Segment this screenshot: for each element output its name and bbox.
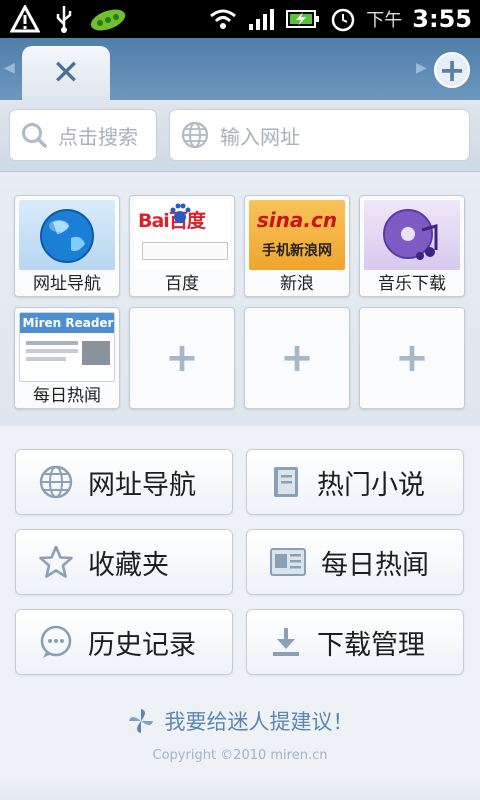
warning-icon bbox=[10, 5, 40, 33]
favorites-button[interactable]: 收藏夹 bbox=[15, 529, 233, 595]
sina-logo: sina.cn 手机新浪网 bbox=[249, 200, 345, 270]
tile-label: 新浪 bbox=[280, 274, 314, 294]
button-label: 热门小说 bbox=[317, 469, 425, 501]
url-input[interactable]: 输入网址 bbox=[169, 109, 470, 161]
copyright-text: Copyright ©2010 miren.cn bbox=[152, 748, 328, 763]
button-label: 每日热闻 bbox=[321, 549, 429, 581]
clock-ampm: 下午 bbox=[366, 10, 403, 31]
usb-icon bbox=[56, 6, 72, 33]
close-tab-icon[interactable]: ✕ bbox=[52, 56, 81, 90]
history-chat-icon bbox=[40, 625, 72, 658]
peapod-app-icon bbox=[90, 9, 126, 31]
url-placeholder: 输入网址 bbox=[220, 124, 300, 149]
feedback-text: 我要给迷人提建议！ bbox=[164, 710, 354, 734]
bottom-divider bbox=[0, 780, 480, 800]
button-label: 下载管理 bbox=[317, 629, 425, 661]
daily-news-button[interactable]: 每日热闻 bbox=[246, 529, 464, 595]
speed-dial-tile-sina[interactable]: sina.cn 手机新浪网 新浪 bbox=[244, 195, 350, 297]
speed-dial-tile-music[interactable]: 音乐下载 bbox=[359, 195, 465, 297]
tab-scroll-right-icon[interactable]: ▶ bbox=[416, 60, 427, 76]
novels-button[interactable]: 热门小说 bbox=[246, 449, 464, 515]
status-bar: 下午 3:55 bbox=[0, 0, 480, 38]
miren-reader-title: Miren Reader bbox=[20, 313, 114, 333]
miren-reader-thumb: Miren Reader bbox=[19, 312, 115, 382]
music-cd-icon bbox=[364, 200, 460, 270]
download-icon bbox=[273, 628, 299, 656]
plus-icon: + bbox=[280, 335, 314, 381]
sina-logo-text: sina.cn bbox=[256, 208, 338, 232]
globe-icon bbox=[39, 465, 73, 499]
button-label: 收藏夹 bbox=[88, 549, 169, 581]
speed-dial-empty-tile[interactable]: + bbox=[359, 307, 465, 409]
nav-button[interactable]: 网址导航 bbox=[15, 449, 233, 515]
tile-label: 百度 bbox=[165, 274, 199, 294]
button-label: 历史记录 bbox=[88, 629, 196, 661]
speed-dial-tile-news[interactable]: Miren Reader 每日热闻 bbox=[14, 307, 120, 409]
search-icon bbox=[22, 123, 47, 148]
book-icon bbox=[274, 467, 298, 497]
pinwheel-icon bbox=[128, 709, 153, 733]
new-tab-button[interactable]: + bbox=[434, 52, 470, 88]
search-placeholder: 点击搜索 bbox=[58, 124, 138, 149]
tab-bar: ◀ ✕ ▶ + bbox=[0, 38, 480, 100]
sina-logo-subtitle: 手机新浪网 bbox=[262, 243, 332, 259]
speed-dial-tile-baidu[interactable]: Bai百度 百度 bbox=[129, 195, 235, 297]
button-label: 网址导航 bbox=[88, 469, 196, 501]
clock-time: 3:55 bbox=[412, 5, 472, 33]
tab-scroll-left-icon[interactable]: ◀ bbox=[4, 60, 15, 76]
tile-label: 音乐下载 bbox=[378, 274, 446, 294]
search-input[interactable]: 点击搜索 bbox=[9, 109, 157, 161]
tab-active[interactable]: ✕ bbox=[22, 46, 110, 100]
speed-dial-tile-nav[interactable]: 网址导航 bbox=[14, 195, 120, 297]
search-bar-row: 点击搜索 输入网址 bbox=[0, 100, 480, 172]
signal-icon bbox=[249, 9, 275, 30]
plus-icon: + bbox=[395, 335, 429, 381]
globe-icon bbox=[181, 121, 209, 149]
feedback-link[interactable]: 我要给迷人提建议！ bbox=[0, 706, 480, 736]
battery-charging-icon bbox=[286, 10, 320, 28]
star-icon bbox=[39, 545, 73, 578]
globe-icon bbox=[19, 200, 115, 270]
tile-label: 每日热闻 bbox=[33, 386, 101, 406]
tile-label: 网址导航 bbox=[33, 274, 101, 294]
plus-icon: + bbox=[165, 335, 199, 381]
speed-dial: 网址导航 Bai百度 百度 sina.cn 手机新浪网 新浪 音乐下载 Mire… bbox=[0, 172, 480, 426]
wifi-icon bbox=[210, 9, 237, 29]
downloads-button[interactable]: 下载管理 bbox=[246, 609, 464, 675]
baidu-logo: Bai百度 bbox=[134, 200, 230, 270]
news-icon bbox=[270, 548, 306, 576]
plus-icon: + bbox=[438, 51, 466, 89]
speed-dial-empty-tile[interactable]: + bbox=[244, 307, 350, 409]
history-button[interactable]: 历史记录 bbox=[15, 609, 233, 675]
quick-actions: 网址导航 热门小说 收藏夹 每日热闻 历史记录 下载管理 bbox=[0, 426, 480, 800]
alarm-icon bbox=[332, 8, 355, 32]
speed-dial-empty-tile[interactable]: + bbox=[129, 307, 235, 409]
